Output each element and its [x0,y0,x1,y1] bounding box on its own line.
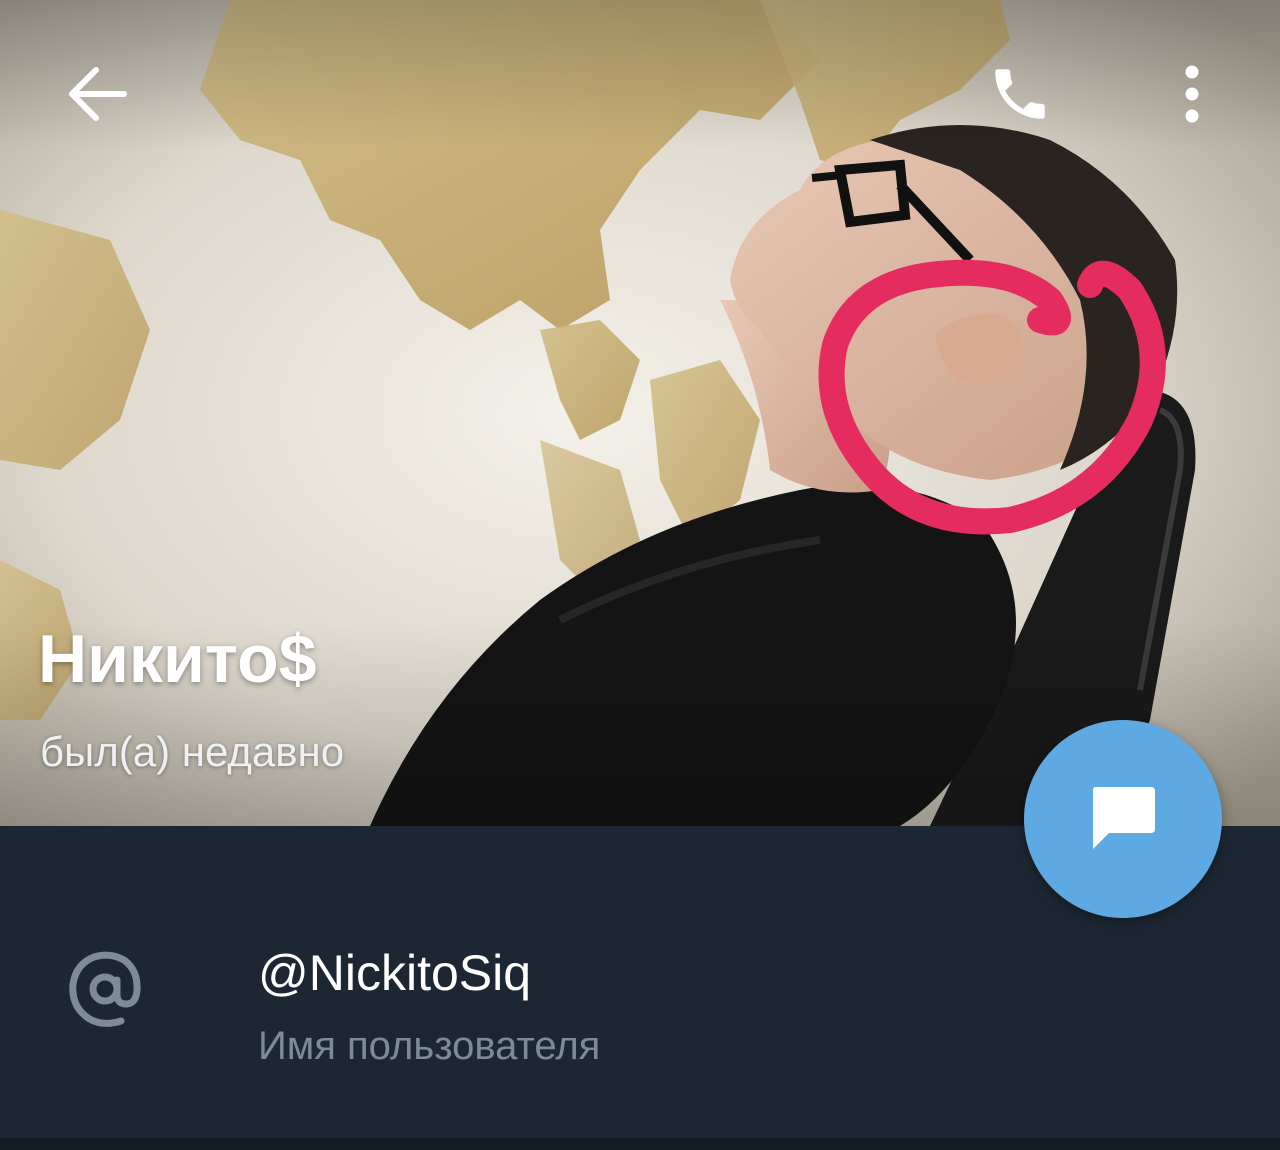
username-row[interactable]: @NickitoSiq Имя пользователя [0,906,1280,1096]
back-button[interactable] [50,46,146,142]
profile-header: Никито$ был(а) недавно [0,0,1280,826]
send-message-button[interactable] [1024,720,1222,918]
at-sign-icon [69,951,141,1027]
chat-bubble-icon [1093,787,1155,849]
more-vertical-icon [1185,65,1199,123]
more-options-button[interactable] [1150,46,1234,142]
last-seen-status: был(а) недавно [40,728,345,775]
phone-icon [995,69,1045,119]
profile-name: Никито$ [38,621,317,697]
call-button[interactable] [970,46,1070,142]
username-caption: Имя пользователя [258,1024,601,1068]
section-divider [0,1138,1280,1150]
profile-screen: Никито$ был(а) недавно @NickitoSiq Имя п… [0,0,1280,1150]
username-value: @NickitoSiq [258,945,532,1001]
arrow-left-icon [69,67,127,121]
profile-photo[interactable] [0,0,1280,826]
